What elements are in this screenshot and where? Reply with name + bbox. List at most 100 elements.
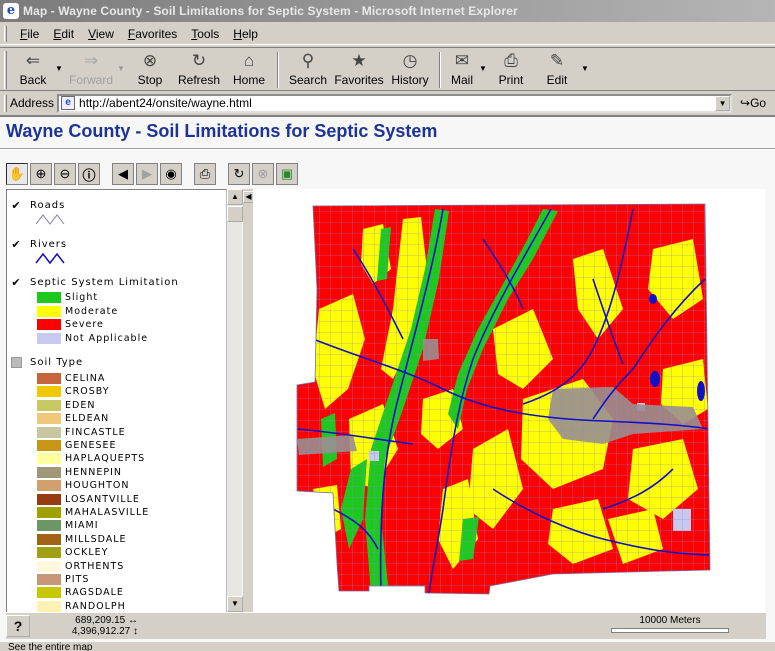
back-arrow-icon: ⇐ <box>25 51 41 70</box>
refresh-map-tool[interactable]: ↻ <box>228 163 250 185</box>
soil-type-checkbox[interactable] <box>11 357 22 368</box>
address-input[interactable]: e http://abent24/onsite/wayne.html ▼ <box>57 93 733 113</box>
map-status-row: ? 689,209.15 ↔ 4,396,912.27 ↕ 10000 Mete… <box>6 612 766 639</box>
septic-legend-entry: Not Applicable <box>37 332 148 345</box>
address-dropdown-button[interactable]: ▼ <box>715 95 731 111</box>
legend-label: ORTHENTS <box>65 560 125 572</box>
menu-view[interactable]: View <box>81 27 121 41</box>
identify-tool[interactable]: ⓘ <box>78 163 100 185</box>
legend-label: EDEN <box>65 399 96 411</box>
menu-favorites[interactable]: Favorites <box>121 27 184 41</box>
legend-label: OCKLEY <box>65 547 109 559</box>
soil-legend-entry: EDEN <box>37 399 95 412</box>
legend-swatch <box>37 560 61 572</box>
stop-icon: ⊗ <box>142 51 158 70</box>
forward-dropdown[interactable]: ▼ <box>117 48 127 73</box>
stop-button[interactable]: ⊗ Stop <box>127 48 173 90</box>
stop-icon: ⊗ <box>257 166 269 181</box>
legend-label: Severe <box>65 319 104 330</box>
overview-map-tool[interactable]: ▣ <box>276 163 298 185</box>
print-button[interactable]: ⎙ Print <box>489 48 533 90</box>
legend-label: ELDEAN <box>65 413 110 425</box>
edit-button[interactable]: ✎ Edit <box>533 48 581 90</box>
soil-legend-entry: HAPLAQUEPTS <box>37 452 145 465</box>
map-toolbar: ✋ ⊕ ⊖ ⓘ ◀ ▶ ◉ ⎙ ↻ ⊗ ▣ <box>6 159 766 189</box>
home-button[interactable]: ⌂ Home <box>225 48 273 90</box>
refresh-icon: ↻ <box>191 51 207 70</box>
legend-label: RAGSDALE <box>65 587 124 599</box>
legend-label: PITS <box>65 574 90 585</box>
layer-septic-limitation: ✔ Septic System Limitation <box>11 276 179 289</box>
scale-label: 10000 Meters <box>639 615 701 626</box>
legend-swatch <box>37 507 61 518</box>
legend-swatch <box>37 587 61 599</box>
history-button[interactable]: ◷ History <box>385 48 435 90</box>
legend-swatch <box>37 413 61 425</box>
favorites-button[interactable]: ★ Favorites <box>333 48 385 90</box>
browser-toolbar: ⇐ Back ▼ ⇒ Forward ▼ ⊗ Stop ↻ Refresh ⌂ … <box>0 47 775 91</box>
stop-map-tool[interactable]: ⊗ <box>252 163 274 185</box>
search-button[interactable]: ⚲ Search <box>283 48 333 90</box>
legend-swatch <box>37 440 61 451</box>
back-dropdown[interactable]: ▼ <box>55 48 65 73</box>
back-button[interactable]: ⇐ Back <box>11 48 55 90</box>
menu-file[interactable]: File <box>13 27 46 41</box>
county-map[interactable] <box>253 189 765 612</box>
soil-legend-entry: RANDOLPH <box>37 600 126 612</box>
septic-limitation-checkbox[interactable]: ✔ <box>11 276 22 289</box>
full-extent-tool[interactable]: ◉ <box>160 163 182 185</box>
rivers-checkbox[interactable]: ✔ <box>11 238 22 251</box>
soil-legend-entry: ELDEAN <box>37 412 109 425</box>
layer-rivers: ✔ Rivers <box>11 238 68 251</box>
print-map-tool[interactable]: ⎙ <box>194 163 216 185</box>
soil-legend-entry: PITS <box>37 573 89 586</box>
pan-hand-tool[interactable]: ✋ <box>6 163 28 185</box>
septic-legend-entry: Slight <box>37 291 98 304</box>
edit-dropdown[interactable]: ▼ <box>581 48 591 73</box>
soil-legend-entry: MIAMI <box>37 519 99 532</box>
internet-explorer-icon: e <box>3 3 19 19</box>
zoom-in-icon: ⊕ <box>35 166 47 181</box>
legend-swatch <box>37 292 61 303</box>
help-button[interactable]: ? <box>6 615 30 637</box>
scroll-thumb[interactable] <box>227 206 243 222</box>
address-bar: Address e http://abent24/onsite/wayne.ht… <box>0 92 775 114</box>
legend-label: GENESEE <box>65 440 117 451</box>
legend-swatch <box>37 480 61 492</box>
mail-dropdown[interactable]: ▼ <box>479 48 489 73</box>
printer-icon: ⎙ <box>504 51 518 70</box>
soil-legend-entry: CELINA <box>37 372 105 385</box>
scale-indicator: 10000 Meters <box>608 615 732 633</box>
go-arrow-icon: ↪ <box>740 96 751 110</box>
page-icon: e <box>61 96 76 110</box>
soil-legend-entry: MILLSDALE <box>37 533 127 546</box>
scroll-down-button[interactable]: ▼ <box>227 596 243 612</box>
zoom-out-icon: ⊖ <box>59 166 71 181</box>
overview-map-icon: ▣ <box>280 166 294 181</box>
legend-scrollbar[interactable]: ▲ ▼ <box>226 189 243 612</box>
legend-label: FINCASTLE <box>65 426 126 438</box>
forward-arrow-icon: ⇒ <box>83 51 99 70</box>
legend-swatch <box>37 386 61 398</box>
go-button[interactable]: ↪Go <box>740 96 766 110</box>
legend-panel: ✔ Roads ✔ Rivers ✔ Septic System Limitat… <box>6 189 226 612</box>
menu-tools[interactable]: Tools <box>184 27 226 41</box>
previous-extent-tool[interactable]: ◀ <box>112 163 134 185</box>
menu-edit[interactable]: Edit <box>46 27 81 41</box>
scroll-up-button[interactable]: ▲ <box>227 189 243 205</box>
window-title-bar: e Map - Wayne County - Soil Limitations … <box>0 0 775 22</box>
home-icon: ⌂ <box>243 51 255 70</box>
map-view[interactable] <box>253 189 765 612</box>
next-extent-tool[interactable]: ▶ <box>136 163 158 185</box>
zoom-in-tool[interactable]: ⊕ <box>30 163 52 185</box>
forward-button[interactable]: ⇒ Forward <box>65 48 117 90</box>
mail-button[interactable]: ✉ Mail <box>445 48 479 90</box>
legend-swatch <box>37 305 61 317</box>
legend-label: Not Applicable <box>65 332 149 344</box>
refresh-button[interactable]: ↻ Refresh <box>173 48 225 90</box>
menu-bar: File Edit View Favorites Tools Help <box>0 24 775 45</box>
menu-help[interactable]: Help <box>226 27 265 41</box>
zoom-out-tool[interactable]: ⊖ <box>54 163 76 185</box>
legend-label: MAHALASVILLE <box>65 507 150 518</box>
roads-checkbox[interactable]: ✔ <box>11 199 22 212</box>
